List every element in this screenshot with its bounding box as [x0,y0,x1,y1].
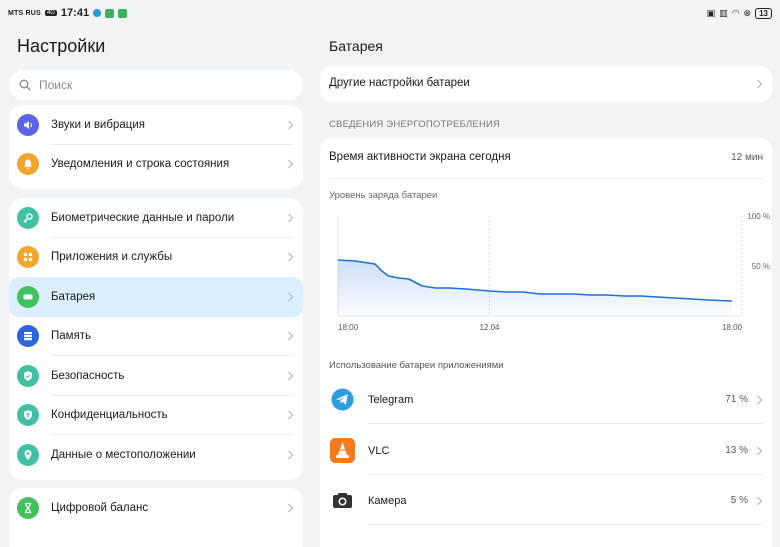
sidebar-item-battery[interactable]: Батарея [9,277,303,317]
y-tick-label: 100 % [747,212,770,221]
settings-group-2: Биометрические данные и пароли Приложения… [9,198,303,480]
chevron-right-icon [288,371,294,381]
app-name: Камера [368,495,407,507]
app-percent: 13 % [725,444,748,456]
battery-level-chart: 100 % 50 % 18:00 12.04 18:00 [337,212,770,332]
chevron-right-icon [757,395,763,405]
vibrate-icon: ▥ [719,7,728,18]
sidebar-item-label: Звуки и вибрация [51,118,145,131]
hourglass-icon [17,496,39,519]
telegram-notification-icon [93,9,102,17]
sidebar-item-location-pin[interactable]: Данные о местоположении [9,435,303,475]
wifi-icon: ◠ [731,7,740,18]
nfc-icon: ▣ [706,7,716,18]
carrier-label: MTS RUS [8,9,41,17]
telegram-icon [331,388,354,411]
sidebar-item-privacy[interactable]: Конфиденциальность [9,396,303,435]
sidebar-item-label: Конфиденциальность [51,409,168,422]
shield-icon [17,364,39,387]
y-tick-label: 50 % [752,262,770,271]
sidebar-item-label: Биометрические данные и пароли [51,211,235,224]
battery-indicator: 13 [755,7,772,19]
chevron-right-icon [288,252,294,262]
sidebar-item-label: Приложения и службы [51,251,173,264]
screen-time-value: 12 мин [731,152,763,163]
page-title: Настройки [17,36,106,56]
privacy-icon [17,404,39,427]
app-name: Telegram [368,394,414,406]
location-pin-icon [17,443,39,466]
sidebar-item-label: Безопасность [51,369,125,382]
app-usage-row-telegram[interactable]: Telegram 71 % [320,374,772,424]
app-usage-label: Использование батареи приложениями [329,360,504,371]
sidebar-item-label: Цифровой баланс [51,501,149,514]
sidebar-item-speaker[interactable]: Звуки и вибрация [9,105,303,145]
sidebar-item-storage[interactable]: Память [9,317,303,356]
key-icon [17,206,39,229]
vlc-icon [330,437,355,463]
power-details-card: Время активности экрана сегодня 12 мин У… [320,138,772,547]
camera-icon [333,493,352,508]
chevron-right-icon [288,410,294,420]
app-name: VLC [368,444,390,457]
search-input[interactable] [39,78,279,92]
battery-icon [17,285,39,308]
chevron-right-icon [288,331,294,341]
alarm-icon: ⊗ [743,7,752,18]
x-tick-label: 12.04 [479,323,500,332]
sidebar-item-label: Батарея [51,290,96,303]
app-notification-icon-2 [118,8,128,18]
divider [329,178,763,179]
chevron-right-icon [288,450,294,460]
settings-panel: Настройки Звуки и вибрация Уведомления и … [0,26,312,547]
app-percent: 71 % [725,394,748,405]
sidebar-item-hourglass[interactable]: Цифровой баланс [9,488,303,528]
chevron-right-icon [288,159,294,169]
apps-icon [17,246,39,269]
app-notification-icon [105,8,115,18]
chevron-right-icon [288,503,294,513]
sidebar-item-label: Данные о местоположении [51,448,196,461]
bell-icon [17,153,39,176]
app-usage-row-vlc[interactable]: VLC 13 % [320,425,772,475]
chevron-right-icon [288,120,294,130]
storage-icon [17,325,39,348]
app-usage-row-camera[interactable]: Камера 5 % [320,475,772,525]
other-battery-settings-label: Другие настройки батареи [329,77,470,89]
chevron-right-icon [757,446,763,455]
battery-level-chart-title: Уровень заряда батареи [329,190,438,201]
status-bar: MTS RUS 4G 17:41 ▣ ▥ ◠ ⊗ 13 [0,0,780,26]
speaker-icon [17,113,39,136]
sidebar-item-label: Уведомления и строка состояния [51,158,230,171]
network-type: 4G [44,10,57,16]
screen-time-label: Время активности экрана сегодня [329,151,511,163]
divider [368,524,763,525]
section-header: СВЕДЕНИЯ ЭНЕРГОПОТРЕБЛЕНИЯ [329,119,501,130]
clock: 17:41 [60,7,90,19]
settings-group-3: Цифровой баланс [9,488,303,547]
battery-panel: Батарея Другие настройки батареи СВЕДЕНИ… [312,26,780,547]
settings-group-1: Звуки и вибрация Уведомления и строка сос… [9,105,303,189]
sidebar-item-shield[interactable]: Безопасность [9,356,303,396]
search-icon [19,79,31,91]
sidebar-item-key[interactable]: Биометрические данные и пароли [9,198,303,238]
chevron-right-icon [757,496,763,506]
search-bar[interactable] [9,70,303,100]
other-battery-settings-button[interactable]: Другие настройки батареи [320,66,772,102]
sidebar-item-bell[interactable]: Уведомления и строка состояния [9,145,303,185]
battery-level-area [338,260,732,316]
x-tick-label: 18:00 [722,323,743,332]
chevron-right-icon [288,213,294,223]
chevron-right-icon [288,292,294,302]
chevron-right-icon [757,79,763,89]
app-percent: 5 % [730,495,748,506]
sidebar-item-label: Память [51,330,92,343]
x-tick-label: 18:00 [338,323,359,332]
sidebar-item-apps[interactable]: Приложения и службы [9,238,303,278]
battery-title: Батарея [329,38,383,54]
